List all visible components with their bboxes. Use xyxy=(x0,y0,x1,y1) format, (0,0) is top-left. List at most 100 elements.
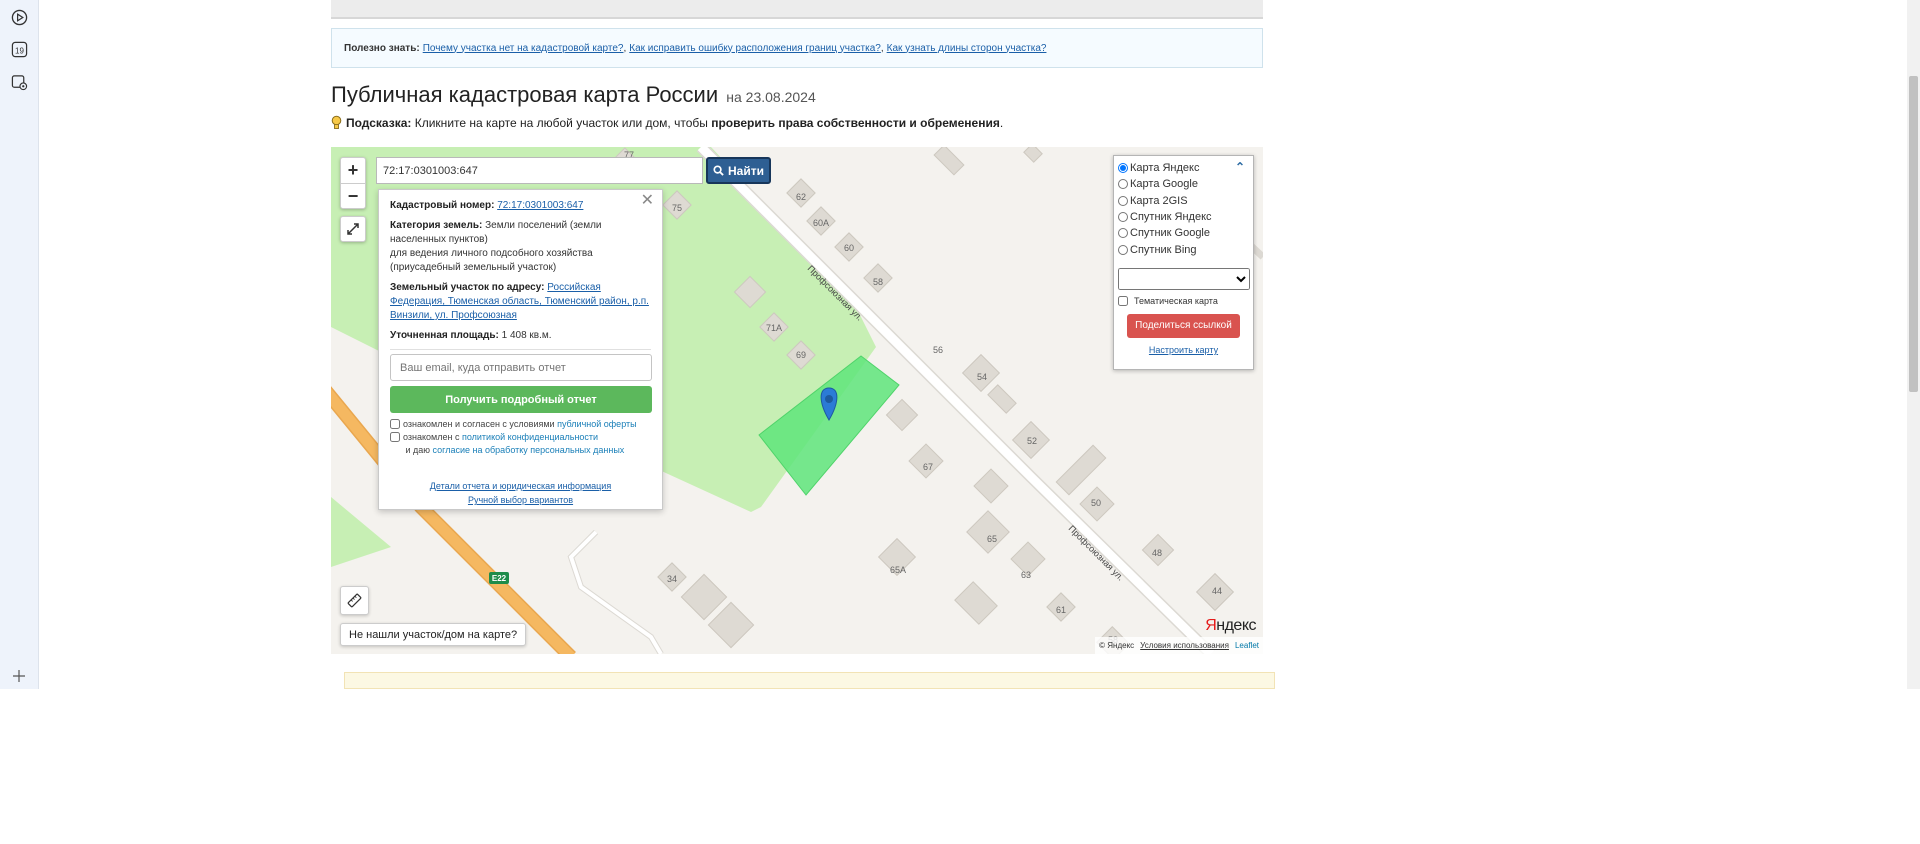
house-number: 52 xyxy=(1027,436,1037,446)
terms-of-use-link[interactable]: Условия использования xyxy=(1140,641,1229,650)
address-label: Земельный участок по адресу: xyxy=(390,282,545,293)
area-label: Уточненная площадь: xyxy=(390,330,499,341)
share-link-button[interactable]: Поделиться ссылкой xyxy=(1127,313,1240,338)
cadastral-search-input[interactable] xyxy=(376,157,703,184)
not-found-button[interactable]: Не нашли участок/дом на карте? xyxy=(340,623,527,646)
house-number: 60А xyxy=(813,218,829,228)
layer-radio[interactable] xyxy=(1118,228,1128,239)
house-number: 75 xyxy=(672,203,682,213)
layer-option[interactable]: Спутник Bing xyxy=(1118,241,1249,257)
fullscreen-button[interactable] xyxy=(340,216,366,242)
email-field[interactable] xyxy=(390,354,652,381)
add-icon[interactable] xyxy=(10,667,28,685)
house-number: 44 xyxy=(1212,586,1222,596)
find-button[interactable]: Найти xyxy=(706,157,771,184)
hint-text: Кликните на карте на любой участок или д… xyxy=(411,116,712,130)
info-link-missing-parcel[interactable]: Почему участка нет на кадастровой карте? xyxy=(423,43,624,54)
privacy-consent-text: ознакомлен с xyxy=(403,432,462,442)
layer-option-label: Карта Яндекс xyxy=(1130,162,1200,175)
thematic-map-row: Тематическая карта xyxy=(1118,295,1249,306)
layer-radio[interactable] xyxy=(1118,195,1128,206)
privacy-policy-link[interactable]: политикой конфиденциальности xyxy=(462,432,598,442)
offer-consent-checkbox[interactable] xyxy=(390,419,400,429)
close-icon[interactable]: ✕ xyxy=(641,193,654,209)
calendar-day: 19 xyxy=(15,46,24,55)
personal-data-consent-link[interactable]: согласие на обработку персональных данны… xyxy=(433,445,625,455)
house-number: 50 xyxy=(1091,498,1101,508)
info-link-fix-boundary[interactable]: Как исправить ошибку расположения границ… xyxy=(629,43,881,54)
info-separator: , xyxy=(623,42,627,54)
cadastral-number-link[interactable]: 72:17:0301003:647 xyxy=(497,200,583,211)
yandex-logo-rest: ндекс xyxy=(1216,617,1256,634)
browser-sidebar: 19 xyxy=(0,0,39,689)
cadastral-map[interactable]: 77 75 62 60А 60 58 71А 69 56 54 52 67 50… xyxy=(331,147,1263,654)
area-value: 1 408 кв.м. xyxy=(501,330,552,341)
yandex-logo-y: Я xyxy=(1205,617,1217,634)
layer-option[interactable]: Карта Google xyxy=(1118,176,1249,192)
house-number: 61 xyxy=(1056,605,1066,615)
screenshot-icon[interactable] xyxy=(10,73,28,91)
zoom-out-button[interactable]: − xyxy=(341,183,365,208)
info-link-side-lengths[interactable]: Как узнать длины сторон участка? xyxy=(887,43,1047,54)
zoom-control: + − xyxy=(340,157,366,209)
page-title-text: Публичная кадастровая карта России xyxy=(331,82,719,107)
hint-bold: проверить права собственности и обремене… xyxy=(711,116,1000,130)
page-title: Публичная кадастровая карта России на 23… xyxy=(331,82,816,108)
hint-end: . xyxy=(999,116,1004,130)
layer-radio[interactable] xyxy=(1118,212,1128,223)
area-row: Уточненная площадь: 1 408 кв.м. xyxy=(390,329,651,343)
layer-option[interactable]: Карта Яндекс xyxy=(1118,160,1249,176)
zoom-in-button[interactable]: + xyxy=(341,158,365,183)
land-use-value: для ведения личного подсобного хозяйства… xyxy=(390,248,593,273)
yandex-logo: Яндекс xyxy=(1205,617,1256,635)
house-number: 69 xyxy=(796,350,806,360)
top-bar xyxy=(331,0,1263,19)
house-number: 56 xyxy=(933,345,943,355)
play-circle-icon[interactable] xyxy=(10,8,28,26)
layer-radio[interactable] xyxy=(1118,163,1128,174)
house-number: 60 xyxy=(844,243,854,253)
map-layers-panel: ⌃ Карта Яндекс Карта Google Карта 2GIS С… xyxy=(1113,155,1254,370)
address-row: Земельный участок по адресу: Российская … xyxy=(390,281,651,323)
attribution-copyright: © Яндекс xyxy=(1099,641,1135,650)
page-scrollbar[interactable] xyxy=(1907,0,1920,689)
offer-consent-row: ознакомлен и согласен с условиями публич… xyxy=(390,418,651,431)
ruler-button[interactable] xyxy=(340,586,369,615)
popup-footer-links: Детали отчета и юридическая информация Р… xyxy=(390,479,651,507)
privacy-consent-checkbox[interactable] xyxy=(390,432,400,442)
thematic-map-checkbox[interactable] xyxy=(1118,295,1128,306)
cadastral-number-row: Кадастровый номер: 72:17:0301003:647 xyxy=(390,199,651,213)
house-number: 63 xyxy=(1021,570,1031,580)
house-number: 65 xyxy=(987,534,997,544)
chevron-up-icon[interactable]: ⌃ xyxy=(1235,160,1245,174)
house-number: 58 xyxy=(873,277,883,287)
public-offer-link[interactable]: публичной оферты xyxy=(557,419,637,429)
leaflet-link[interactable]: Leaflet xyxy=(1235,641,1259,650)
layer-option[interactable]: Спутник Google xyxy=(1118,225,1249,241)
map-attribution: © Яндекс Условия использования Leaflet xyxy=(1095,637,1263,654)
land-category-label: Категория земель: xyxy=(390,220,483,231)
layer-option[interactable]: Спутник Яндекс xyxy=(1118,209,1249,225)
layer-option-label: Спутник Bing xyxy=(1130,243,1197,256)
find-button-label: Найти xyxy=(728,163,764,178)
get-report-button[interactable]: Получить подробный отчет xyxy=(390,386,652,413)
land-category-row: Категория земель: Земли поселений (земли… xyxy=(390,219,651,275)
parcel-info-popup: ✕ Кадастровый номер: 72:17:0301003:647 К… xyxy=(378,189,663,510)
page-title-date: на 23.08.2024 xyxy=(726,89,816,105)
info-separator: , xyxy=(880,42,884,54)
report-details-link[interactable]: Детали отчета и юридическая информация xyxy=(430,481,611,491)
privacy-consent-row: ознакомлен с политикой конфиденциальност… xyxy=(390,431,651,457)
layer-radio[interactable] xyxy=(1118,179,1128,190)
ruler-icon xyxy=(347,593,362,608)
calendar-icon[interactable]: 19 xyxy=(10,40,28,58)
page-scrollbar-thumb[interactable] xyxy=(1909,76,1918,392)
thematic-map-label: Тематическая карта xyxy=(1134,295,1218,306)
layer-option[interactable]: Карта 2GIS xyxy=(1118,193,1249,209)
layer-option-label: Карта Google xyxy=(1130,178,1198,191)
manual-selection-link[interactable]: Ручной выбор вариантов xyxy=(468,495,573,505)
overlay-select[interactable] xyxy=(1118,267,1250,290)
expand-icon xyxy=(347,223,359,235)
configure-map-link[interactable]: Настроить карту xyxy=(1149,345,1218,355)
road-shield-label: E22 xyxy=(492,574,507,583)
layer-radio[interactable] xyxy=(1118,244,1128,255)
